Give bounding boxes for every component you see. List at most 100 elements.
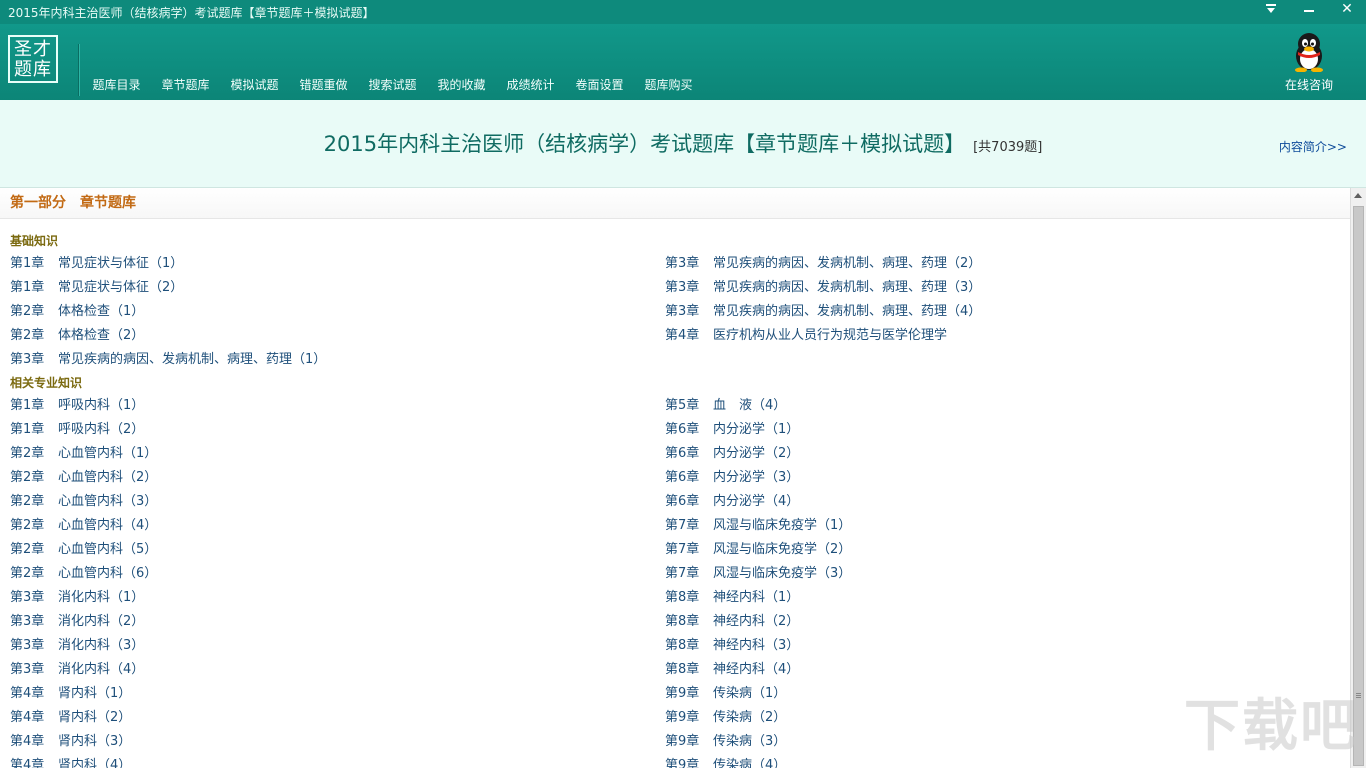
chapter-link[interactable]: 第3章 消化内科（3） (10, 634, 665, 658)
nav-item-5[interactable]: 搜索试题 (358, 76, 427, 94)
chapter-number: 第3章 (10, 590, 45, 605)
section-title: 相关专业知识 (10, 376, 83, 390)
chapter-number: 第1章 (10, 398, 45, 413)
chapter-link[interactable]: 第2章 心血管内科（3） (10, 490, 665, 514)
chapter-link[interactable]: 第2章 心血管内科（1） (10, 442, 665, 466)
chapter-link[interactable]: 第8章 神经内科（2） (665, 610, 1330, 634)
chapter-number: 第6章 (665, 422, 700, 437)
chapter-number: 第9章 (665, 710, 700, 725)
chapter-name: 常见疾病的病因、发病机制、病理、药理（2） (713, 256, 982, 271)
chapter-link[interactable]: 第8章 神经内科（3） (665, 634, 1330, 658)
intro-link[interactable]: 内容简介>> (1279, 138, 1347, 155)
chapter-name: 神经内科（2） (713, 614, 800, 629)
chapter-number: 第4章 (665, 328, 700, 343)
chapter-name: 风湿与临床免疫学（2） (713, 542, 852, 557)
chapter-link[interactable]: 第6章 内分泌学（2） (665, 442, 1330, 466)
chapter-name: 呼吸内科（1） (58, 398, 145, 413)
toolbar-divider (78, 44, 79, 96)
scroll-up-arrow-icon[interactable] (1354, 193, 1362, 198)
chapter-column-right: 第3章 常见疾病的病因、发病机制、病理、药理（2） 第3章 常见疾病的病因、发病机制、… (665, 252, 1330, 372)
chapter-link[interactable]: 第1章 常见症状与体征（2） (10, 276, 665, 300)
chapter-number: 第7章 (665, 518, 700, 533)
chapter-link[interactable]: 第4章 肾内科（4） (10, 754, 665, 768)
nav-item-3[interactable]: 模拟试题 (220, 76, 289, 94)
title-bar: 2015年内科主治医师（结核病学）考试题库【章节题库＋模拟试题】 ✕ (0, 0, 1366, 24)
chapter-number: 第6章 (665, 470, 700, 485)
chapter-link[interactable]: 第3章 常见疾病的病因、发病机制、病理、药理（2） (665, 252, 1330, 276)
chapter-name: 肾内科（4） (58, 758, 132, 768)
chapter-link[interactable]: 第1章 常见症状与体征（1） (10, 252, 665, 276)
chapter-number: 第2章 (10, 542, 45, 557)
chapter-name: 体格检查（1） (58, 304, 145, 319)
online-consult-button[interactable]: 在线咨询 (1282, 32, 1336, 93)
chapter-number: 第5章 (665, 398, 700, 413)
chapter-list-panel: 第一部分 章节题库 基础知识 第1章 常见症状与体征（1） 第1章 常见症状与体征（2）… (0, 188, 1350, 768)
nav-item-4[interactable]: 错题重做 (289, 76, 358, 94)
section-title: 基础知识 (10, 234, 59, 248)
chapter-link[interactable]: 第2章 体格检查（2） (10, 324, 665, 348)
chapter-link[interactable]: 第3章 消化内科（4） (10, 658, 665, 682)
chapter-link[interactable]: 第4章 肾内科（3） (10, 730, 665, 754)
nav-item-9[interactable]: 题库购买 (634, 76, 703, 94)
nav-item-1[interactable]: 题库目录 (82, 76, 151, 94)
nav-item-2[interactable]: 章节题库 (151, 76, 220, 94)
chapter-link[interactable]: 第6章 内分泌学（3） (665, 466, 1330, 490)
chapter-number: 第3章 (10, 352, 45, 367)
chapter-link[interactable]: 第7章 风湿与临床免疫学（3） (665, 562, 1330, 586)
chapter-number: 第3章 (665, 256, 700, 271)
chapter-link[interactable]: 第2章 心血管内科（6） (10, 562, 665, 586)
chapter-number: 第4章 (10, 734, 45, 749)
chapter-link[interactable]: 第5章血 液（4） (665, 394, 1330, 418)
nav-item-6[interactable]: 我的收藏 (427, 76, 496, 94)
chapter-number: 第3章 (665, 280, 700, 295)
logo-line-2: 题库 (14, 59, 52, 80)
chapter-link[interactable]: 第2章 体格检查（1） (10, 300, 665, 324)
chapter-link[interactable]: 第3章 消化内科（1） (10, 586, 665, 610)
chapter-number: 第8章 (665, 638, 700, 653)
chapter-name: 消化内科（3） (58, 638, 145, 653)
main-toolbar: 圣才 题库 题库目录 章节题库 模拟试题 错题重做 搜索试题 我的收藏 成绩统计 卷面设置 题库… (0, 24, 1366, 100)
chapter-link[interactable]: 第1章 呼吸内科（2） (10, 418, 665, 442)
chapter-link[interactable]: 第8章 神经内科（1） (665, 586, 1330, 610)
chapter-name: 传染病（3） (713, 734, 787, 749)
qq-penguin-icon (1292, 32, 1326, 73)
chapter-link[interactable]: 第4章 肾内科（2） (10, 706, 665, 730)
chapter-number: 第2章 (10, 328, 45, 343)
chapter-link[interactable]: 第2章 心血管内科（2） (10, 466, 665, 490)
chapter-number: 第2章 (10, 566, 45, 581)
chapter-name: 肾内科（3） (58, 734, 132, 749)
menu-dropdown-button[interactable] (1252, 0, 1290, 17)
chapter-link[interactable]: 第7章 风湿与临床免疫学（1） (665, 514, 1330, 538)
chapter-link[interactable]: 第1章 呼吸内科（1） (10, 394, 665, 418)
chapter-link[interactable]: 第6章 内分泌学（4） (665, 490, 1330, 514)
chapter-link[interactable]: 第2章 心血管内科（4） (10, 514, 665, 538)
chapter-number: 第8章 (665, 590, 700, 605)
chapter-link[interactable]: 第2章 心血管内科（5） (10, 538, 665, 562)
main-nav: 题库目录 章节题库 模拟试题 错题重做 搜索试题 我的收藏 成绩统计 卷面设置 题库购买 (82, 76, 703, 94)
chapter-link[interactable]: 第3章 消化内科（2） (10, 610, 665, 634)
close-button[interactable]: ✕ (1328, 0, 1366, 17)
chapter-link[interactable]: 第7章 风湿与临床免疫学（2） (665, 538, 1330, 562)
chapter-number: 第4章 (10, 758, 45, 768)
chapter-number: 第9章 (665, 758, 700, 768)
chapter-link[interactable]: 第4章 医疗机构从业人员行为规范与医学伦理学 (665, 324, 1330, 348)
chapter-link[interactable]: 第3章 常见疾病的病因、发病机制、病理、药理（1） (10, 348, 665, 372)
nav-item-8[interactable]: 卷面设置 (565, 76, 634, 94)
chapter-name: 常见症状与体征（1） (58, 256, 184, 271)
chapter-name: 神经内科（1） (713, 590, 800, 605)
chapter-column-left: 第1章 呼吸内科（1） 第1章 呼吸内科（2） 第2章 心血管内科（1） 第2章 心血管内科（… (0, 394, 665, 768)
chapter-link[interactable]: 第4章 肾内科（1） (10, 682, 665, 706)
chapter-link[interactable]: 第3章 常见疾病的病因、发病机制、病理、药理（3） (665, 276, 1330, 300)
chapter-link[interactable]: 第8章 神经内科（4） (665, 658, 1330, 682)
chapter-name: 心血管内科（1） (58, 446, 158, 461)
chapter-link[interactable]: 第6章 内分泌学（1） (665, 418, 1330, 442)
minimize-button[interactable] (1290, 0, 1328, 17)
chapter-link[interactable]: 第3章 常见疾病的病因、发病机制、病理、药理（4） (665, 300, 1330, 324)
chapter-number: 第3章 (665, 304, 700, 319)
chapter-name: 风湿与临床免疫学（3） (713, 566, 852, 581)
nav-item-7[interactable]: 成绩统计 (496, 76, 565, 94)
chapter-name: 血 液（4） (713, 398, 787, 413)
chapter-number: 第7章 (665, 542, 700, 557)
chapter-name: 心血管内科（6） (58, 566, 158, 581)
